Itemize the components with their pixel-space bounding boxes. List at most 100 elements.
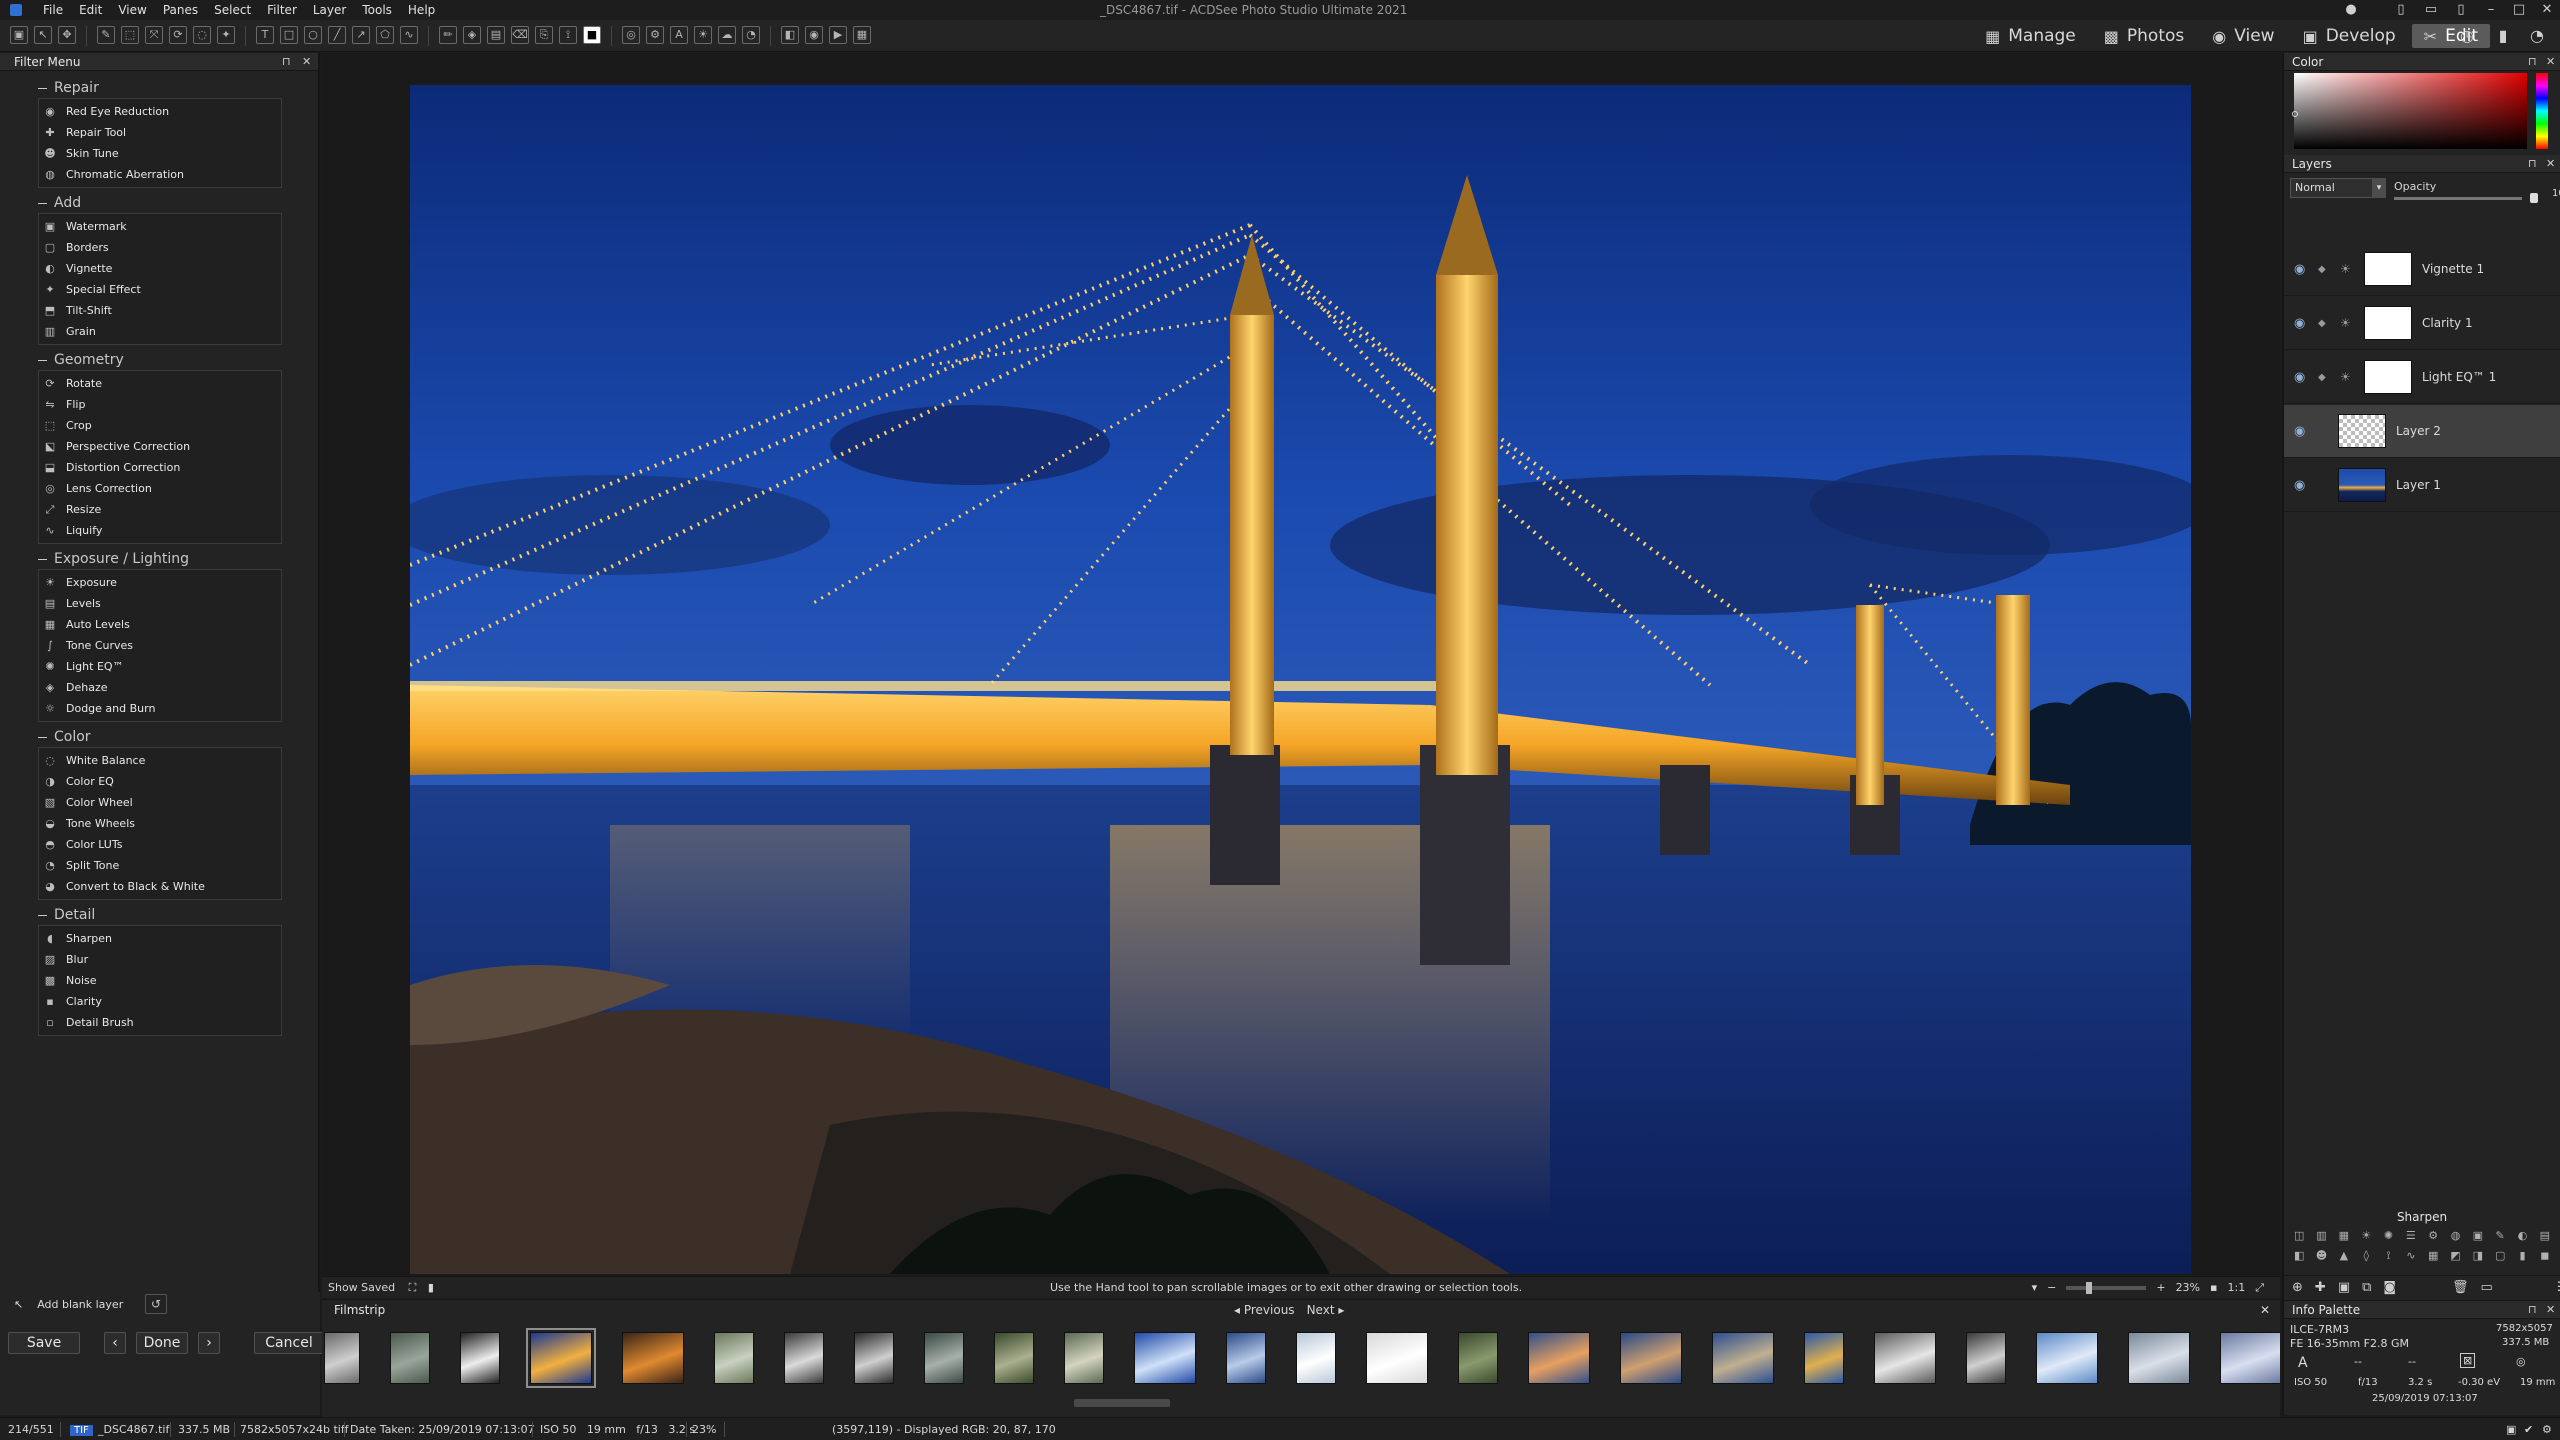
filter-item[interactable]: ◔ Split Tone xyxy=(39,855,281,876)
previous-image-button[interactable]: ‹ xyxy=(104,1332,126,1354)
filter-item[interactable]: ▣ Watermark xyxy=(39,216,281,237)
minimize-button[interactable]: – xyxy=(2476,0,2506,20)
filmstrip-thumbnail[interactable] xyxy=(1620,1332,1682,1384)
tab-photos[interactable]: ▩ Photos xyxy=(2092,24,2196,48)
filmstrip-scrollbar[interactable] xyxy=(1074,1399,1170,1407)
layout-icon[interactable]: ▯ xyxy=(2386,0,2416,20)
menu-select[interactable]: Select xyxy=(206,0,259,20)
text-tool-icon[interactable]: T xyxy=(256,26,274,44)
group-icon[interactable]: ▣ xyxy=(2338,1280,2350,1295)
timer-icon[interactable]: ◷ xyxy=(2456,26,2478,46)
curves-icon[interactable]: ▦ xyxy=(2335,1228,2353,1244)
tone-icon[interactable]: ☰ xyxy=(2402,1228,2420,1244)
zoom-out-icon[interactable]: − xyxy=(2047,1277,2056,1299)
menu-help[interactable]: Help xyxy=(400,0,443,20)
filter-item[interactable]: ◉ Red Eye Reduction xyxy=(39,101,281,122)
color-picker-field[interactable] xyxy=(2294,73,2527,149)
filter-item[interactable]: ◐ Vignette xyxy=(39,258,281,279)
filter-item[interactable]: ▧ Color Wheel xyxy=(39,792,281,813)
zoom-slider[interactable] xyxy=(2066,1282,2147,1294)
filmstrip-thumbnail[interactable] xyxy=(526,1328,596,1388)
smudge-tool-icon[interactable]: ☁ xyxy=(718,26,736,44)
eyedropper-tool-icon[interactable]: ⟟ xyxy=(559,26,577,44)
sun-tool-icon[interactable]: ☀ xyxy=(694,26,712,44)
box-icon[interactable]: ▢ xyxy=(2491,1248,2509,1264)
show-saved-button[interactable]: Show Saved ⛶ ▮ xyxy=(328,1277,434,1299)
visibility-eye-icon[interactable]: ◉ xyxy=(2294,424,2308,439)
link-icon[interactable]: ◆ xyxy=(2318,318,2332,329)
tab-edit[interactable]: ✂ Edit xyxy=(2411,24,2490,48)
drop-tool-icon[interactable]: ◔ xyxy=(742,26,760,44)
fullscreen-icon[interactable]: ⛶ xyxy=(409,1281,417,1294)
layer-row[interactable]: ◉ ◆ ☀ Light EQ™ 1 xyxy=(2284,351,2560,404)
filter-item[interactable]: ▩ Noise xyxy=(39,970,281,991)
bars-icon[interactable]: ▦ xyxy=(2424,1248,2442,1264)
delete-layer-icon[interactable]: 🗑 xyxy=(2452,1280,2469,1295)
drop-icon[interactable]: ◊ xyxy=(2357,1248,2375,1264)
tab-develop[interactable]: ▣ Develop xyxy=(2291,24,2408,48)
ellipse-tool-icon[interactable]: ○ xyxy=(304,26,322,44)
histogram-icon[interactable]: ▮ xyxy=(2492,26,2514,46)
triangle-icon[interactable]: ▲ xyxy=(2335,1248,2353,1264)
curve-tool-icon[interactable]: ∿ xyxy=(400,26,418,44)
save-button[interactable]: Save xyxy=(8,1332,80,1354)
expand-icon[interactable]: ⤢ xyxy=(2255,1277,2264,1299)
filter-item[interactable]: ☀ Exposure xyxy=(39,572,281,593)
color-swatch-icon[interactable]: ■ xyxy=(583,26,601,44)
move-tool-icon[interactable]: ✥ xyxy=(58,26,76,44)
pin-icon[interactable]: ⊓ xyxy=(2528,53,2537,71)
square-icon[interactable]: ◼ xyxy=(2536,1248,2554,1264)
adjust-tool-icon[interactable]: ◎ xyxy=(622,26,640,44)
visibility-eye-icon[interactable]: ◉ xyxy=(2294,262,2308,277)
filmstrip-thumbnail[interactable] xyxy=(1296,1332,1336,1384)
filter-item[interactable]: ☻ Skin Tune xyxy=(39,143,281,164)
filter-group-title[interactable]: Add xyxy=(38,194,282,212)
visibility-eye-icon[interactable]: ◉ xyxy=(2294,478,2308,493)
filmstrip-thumbnail[interactable] xyxy=(1712,1332,1774,1384)
filter-item[interactable]: ▤ Levels xyxy=(39,593,281,614)
next-button[interactable]: Next ▸ xyxy=(1307,1300,1345,1320)
filmstrip-thumbnail[interactable] xyxy=(390,1332,430,1384)
next-image-button[interactable]: › xyxy=(198,1332,220,1354)
clone-tool-icon[interactable]: ⎘ xyxy=(535,26,553,44)
view-mode-icon[interactable]: ▣ xyxy=(2506,1418,2516,1440)
link-icon[interactable]: ◆ xyxy=(2318,264,2332,275)
link-icon[interactable]: ◆ xyxy=(2318,372,2332,383)
filter-item[interactable]: ◕ Convert to Black & White xyxy=(39,876,281,897)
record-tool-icon[interactable]: ◉ xyxy=(805,26,823,44)
filmstrip-thumbnail[interactable] xyxy=(854,1332,894,1384)
close-icon[interactable]: ✕ xyxy=(302,53,311,71)
comment-icon[interactable]: ▭ xyxy=(2481,1280,2493,1295)
filter-item[interactable]: ▥ Grain xyxy=(39,321,281,342)
filmstrip-thumbnail[interactable] xyxy=(1528,1332,1590,1384)
mask-layer-icon[interactable]: ◙ xyxy=(2383,1280,2396,1295)
filter-item[interactable]: ⤢ Resize xyxy=(39,499,281,520)
filter-item[interactable]: ▪ Clarity xyxy=(39,991,281,1012)
gear-tool-icon[interactable]: ⚙ xyxy=(646,26,664,44)
tab-view[interactable]: ◉ View xyxy=(2200,24,2286,48)
filmstrip-thumbnail[interactable] xyxy=(714,1332,754,1384)
filter-group-title[interactable]: Geometry xyxy=(38,351,282,369)
filmstrip-thumbnail[interactable] xyxy=(784,1332,824,1384)
mask-icon[interactable]: ◧ xyxy=(2290,1248,2308,1264)
filter-item[interactable]: ◌ White Balance xyxy=(39,750,281,771)
done-button[interactable]: Done xyxy=(136,1332,188,1354)
adjust-icon[interactable]: ◫ xyxy=(2290,1228,2308,1244)
opacity-slider-knob[interactable] xyxy=(2530,193,2538,203)
eyedropper-icon[interactable]: ⟟ xyxy=(2379,1248,2397,1264)
filmstrip-thumbnail[interactable] xyxy=(324,1332,360,1384)
filmstrip-thumbnail[interactable] xyxy=(1874,1332,1936,1384)
filmstrip-thumbnail[interactable] xyxy=(1064,1332,1104,1384)
filmstrip-thumbnail[interactable] xyxy=(460,1332,500,1384)
rotate-tool-icon[interactable]: ⟳ xyxy=(169,26,187,44)
histogram-small-icon[interactable]: ▮ xyxy=(428,1281,434,1294)
select-tool-icon[interactable]: ⬚ xyxy=(121,26,139,44)
pencil-tool-icon[interactable]: ✏ xyxy=(439,26,457,44)
filter-item[interactable]: ⟳ Rotate xyxy=(39,373,281,394)
levels-icon[interactable]: ▥ xyxy=(2312,1228,2330,1244)
reset-button[interactable]: ↺ xyxy=(145,1294,167,1314)
fit-icon[interactable]: ▪ xyxy=(2210,1277,2217,1299)
layout-alt-icon[interactable]: ▭ xyxy=(2416,0,2446,20)
brush-tool-icon[interactable]: ✎ xyxy=(97,26,115,44)
fill-tool-icon[interactable]: ◈ xyxy=(463,26,481,44)
